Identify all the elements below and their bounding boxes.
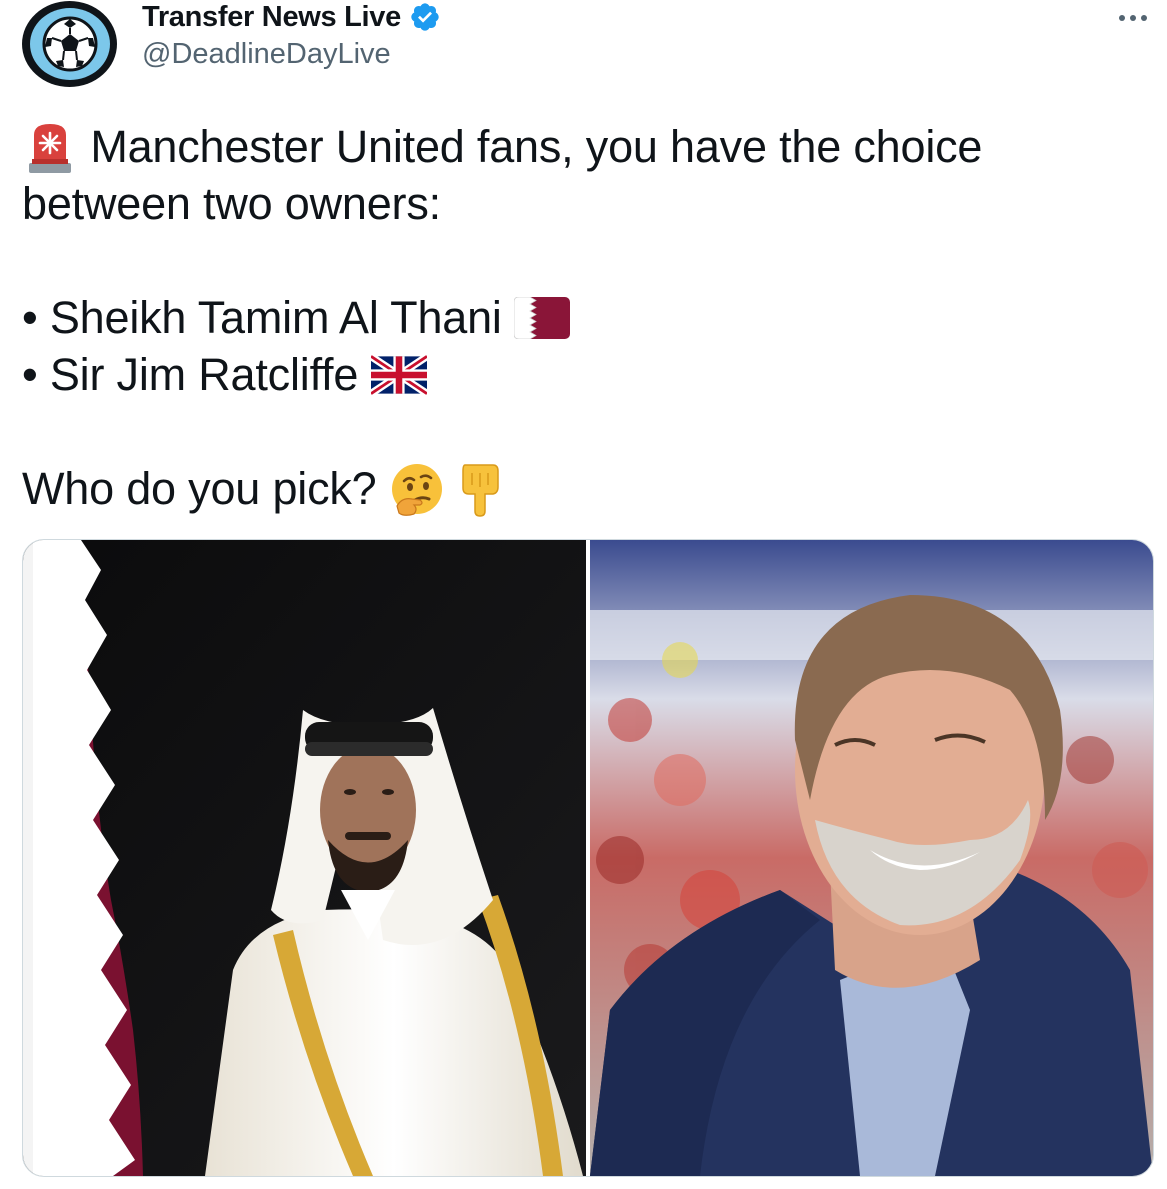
bullet-jim-ratcliffe: • Sir Jim Ratcliffe <box>22 346 1142 403</box>
display-name[interactable]: Transfer News Live <box>142 1 401 34</box>
avatar[interactable] <box>22 1 117 87</box>
tweet-media[interactable] <box>22 539 1154 1177</box>
tweet-question-text: Who do you pick? <box>22 463 377 515</box>
tweet-line-1: Manchester United fans, you have the cho… <box>22 118 1142 175</box>
photo-sheikh-tamim[interactable] <box>23 540 586 1176</box>
account-name-row[interactable]: Transfer News Live <box>142 0 441 34</box>
uk-flag-emoji <box>370 355 427 396</box>
bullet-jim-ratcliffe-text: • Sir Jim Ratcliffe <box>22 349 359 401</box>
bullet-sheikh-tamim: • Sheikh Tamim Al Thani <box>22 289 1142 346</box>
verified-badge-icon <box>411 3 439 31</box>
soccer-ball-icon <box>42 16 97 72</box>
tweet-line-1-text: Manchester United fans, you have the cho… <box>90 121 983 172</box>
handle[interactable]: @DeadlineDayLive <box>142 38 391 71</box>
qatar-flag-emoji <box>514 297 571 340</box>
more-options-icon[interactable] <box>1113 6 1153 30</box>
tweet-question: Who do you pick? <box>22 460 1142 517</box>
tweet-line-2: between two owners: <box>22 178 441 230</box>
tweet-text: Manchester United fans, you have the cho… <box>22 118 1142 517</box>
photo-jim-ratcliffe[interactable] <box>590 540 1153 1176</box>
bullet-sheikh-tamim-text: • Sheikh Tamim Al Thani <box>22 292 502 344</box>
rotating-light-emoji <box>29 124 71 174</box>
thinking-face-emoji <box>391 464 442 517</box>
pointing-down-emoji <box>462 464 499 517</box>
